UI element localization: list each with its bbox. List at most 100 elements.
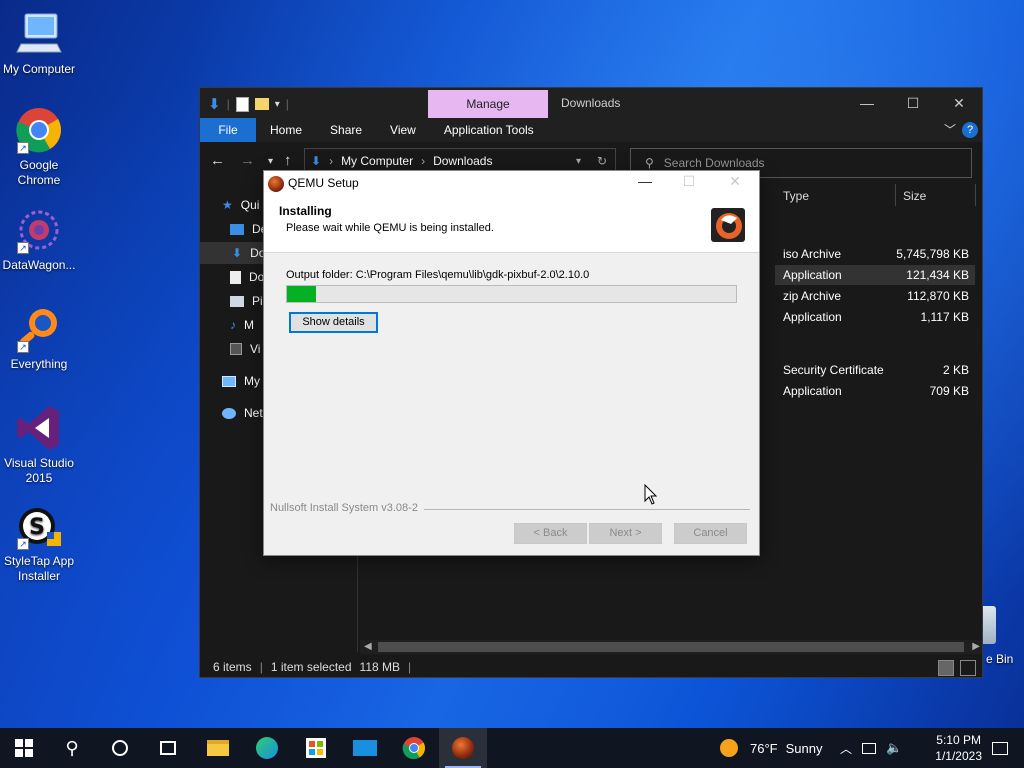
properties-icon[interactable] <box>235 96 249 112</box>
file-row[interactable]: zip Archive 112,870 KB <box>775 286 975 306</box>
taskbar-file-explorer[interactable] <box>194 728 242 768</box>
view-buttons <box>938 660 976 676</box>
dialog-header: Installing Please wait while QEMU is bei… <box>264 197 759 253</box>
desktop-icon-everything[interactable]: ↗ Everything <box>0 305 78 372</box>
nav-pictures[interactable]: Pi <box>230 290 263 312</box>
back-arrow-icon[interactable]: ← <box>210 152 225 169</box>
mouse-cursor-icon <box>644 483 658 509</box>
address-dropdown-icon[interactable]: ▾ <box>576 156 581 167</box>
output-folder-label: Output folder: C:\Program Files\qemu\lib… <box>286 269 590 281</box>
window-controls: — ☐ ✕ <box>844 88 982 118</box>
file-row[interactable]: Application 121,434 KB <box>775 265 975 285</box>
tab-application-tools[interactable]: Application Tools <box>430 118 548 142</box>
maximize-icon[interactable]: ☐ <box>890 88 936 118</box>
desktop-folder-icon <box>230 223 244 235</box>
taskbar-qemu-setup[interactable] <box>439 728 487 768</box>
help-icon[interactable]: ? <box>962 122 978 138</box>
ribbon-expand-icon[interactable]: ﹀ <box>944 121 956 138</box>
cancel-button[interactable]: Cancel <box>674 523 747 544</box>
scroll-right-icon[interactable]: ▶ <box>972 640 980 654</box>
nav-my-computer[interactable]: My <box>222 370 260 392</box>
volume-icon[interactable]: 🔈 <box>886 740 902 756</box>
next-button[interactable]: Next > <box>589 523 662 544</box>
desktop-icon-visual-studio[interactable]: Visual Studio 2015 <box>0 404 78 486</box>
forward-arrow-icon[interactable]: → <box>240 152 255 169</box>
minimize-icon[interactable]: — <box>623 173 667 189</box>
svg-text:S: S <box>29 515 45 540</box>
up-arrow-icon[interactable]: ↑ <box>284 152 292 169</box>
desktop-icon-google-chrome[interactable]: ↗ Google Chrome <box>0 106 78 188</box>
taskbar-store[interactable] <box>292 728 340 768</box>
taskbar-chrome[interactable] <box>390 728 438 768</box>
desktop-icon-label: My Computer <box>2 62 76 76</box>
close-icon[interactable]: ✕ <box>936 88 982 118</box>
file-size: 121,434 KB <box>906 268 969 282</box>
breadcrumb-downloads[interactable]: Downloads <box>433 154 492 168</box>
clock[interactable]: 5:10 PM 1/1/2023 <box>935 732 982 764</box>
column-separator[interactable] <box>895 184 896 206</box>
explorer-titlebar: ⬇ | ▾ | Manage Downloads — ☐ ✕ <box>200 88 982 118</box>
file-row[interactable]: Security Certificate 2 KB <box>775 360 975 380</box>
nav-label: Vi <box>250 342 261 356</box>
search-button[interactable]: ⚲ <box>48 728 96 768</box>
scrollbar-thumb[interactable] <box>378 642 964 652</box>
nav-network[interactable]: Net <box>222 402 263 424</box>
tab-home[interactable]: Home <box>256 118 316 142</box>
desktop-icon-styletap[interactable]: S ↗ StyleTap App Installer <box>0 502 78 584</box>
search-icon: ⚲ <box>65 737 79 758</box>
network-icon <box>222 407 236 419</box>
scroll-left-icon[interactable]: ◀ <box>364 640 372 654</box>
nav-desktop[interactable]: De <box>230 218 267 240</box>
recycle-bin-icon[interactable] <box>982 606 996 644</box>
tab-manage[interactable]: Manage <box>428 90 548 118</box>
tab-file[interactable]: File <box>200 118 256 142</box>
file-row[interactable]: iso Archive 5,745,798 KB <box>775 244 975 264</box>
qemu-icon <box>268 176 284 192</box>
weather-widget[interactable]: 76°F Sunny <box>720 728 822 768</box>
new-folder-icon[interactable] <box>254 98 269 110</box>
tab-share[interactable]: Share <box>316 118 376 142</box>
ribbon-tabs: File Home Share View Application Tools ﹀… <box>200 118 982 142</box>
file-size: 5,745,798 KB <box>896 247 969 261</box>
qemu-logo-icon <box>711 208 745 242</box>
nav-quick-access[interactable]: ★ Qui <box>222 194 259 216</box>
qat-dropdown-icon[interactable]: ▾ <box>275 99 280 110</box>
task-view-button[interactable] <box>144 728 192 768</box>
recent-locations-icon[interactable]: ▾ <box>268 156 273 167</box>
desktop-icon-my-computer[interactable]: My Computer <box>0 10 78 77</box>
file-type: Application <box>783 268 842 282</box>
everything-search-icon: ↗ <box>15 305 63 353</box>
qemu-icon <box>452 737 474 759</box>
back-button[interactable]: < Back <box>514 523 587 544</box>
breadcrumb-my-computer[interactable]: My Computer <box>341 154 413 168</box>
system-tray: ︿ 🔈 <box>840 728 902 768</box>
column-separator[interactable] <box>975 184 976 206</box>
start-button[interactable] <box>0 728 48 768</box>
datawagon-icon: ↗ <box>15 206 63 254</box>
large-icons-view-icon[interactable] <box>960 660 976 676</box>
horizontal-scrollbar[interactable]: ◀ ▶ <box>360 640 982 654</box>
network-icon[interactable] <box>862 742 877 754</box>
taskbar-edge[interactable] <box>243 728 291 768</box>
nav-documents[interactable]: Do <box>230 266 264 288</box>
nav-videos[interactable]: Vi <box>230 338 260 360</box>
file-row[interactable]: Application 709 KB <box>775 381 975 401</box>
taskbar-mail[interactable] <box>341 728 389 768</box>
file-size: 112,870 KB <box>907 289 969 303</box>
file-row[interactable]: Application 1,117 KB <box>775 307 975 327</box>
minimize-icon[interactable]: — <box>844 88 890 118</box>
show-details-button[interactable]: Show details <box>289 312 378 333</box>
column-header-type[interactable]: Type <box>783 184 809 210</box>
cortana-button[interactable] <box>96 728 144 768</box>
shortcut-arrow-icon: ↗ <box>17 242 29 254</box>
show-hidden-icons-icon[interactable]: ︿ <box>840 740 852 757</box>
details-view-icon[interactable] <box>938 660 954 676</box>
nav-music[interactable]: ♪ M <box>230 314 254 336</box>
refresh-icon[interactable]: ↻ <box>597 154 607 168</box>
tab-view[interactable]: View <box>376 118 430 142</box>
notification-center-button[interactable] <box>976 728 1024 768</box>
window-title: Downloads <box>561 96 621 110</box>
desktop-icon-datawagon[interactable]: ↗ DataWagon... <box>0 206 78 273</box>
document-icon <box>230 270 241 284</box>
column-header-size[interactable]: Size <box>903 184 926 210</box>
